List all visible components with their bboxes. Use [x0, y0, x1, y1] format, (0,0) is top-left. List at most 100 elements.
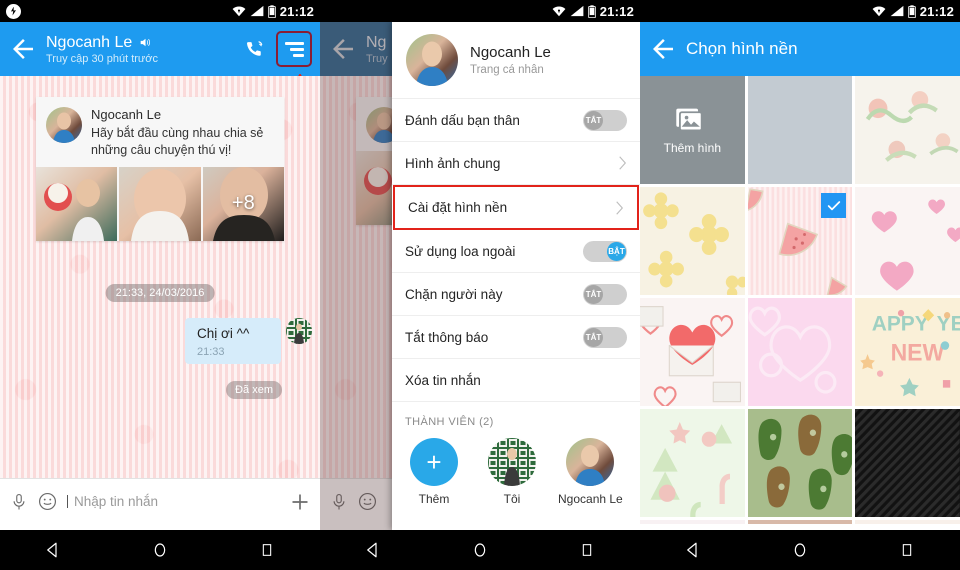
wifi-icon — [232, 5, 246, 17]
phone-call-button[interactable] — [238, 32, 272, 66]
shared-photo[interactable] — [119, 166, 201, 241]
menu-item-label: Chặn người này — [405, 286, 503, 302]
message-row-outgoing: Chị ơi ^^ 21:33 — [185, 318, 312, 364]
conversation-intro-card: Ngocanh Le Hãy bắt đầu cùng nhau chia sẻ… — [36, 97, 284, 241]
menu-item-use-speaker[interactable]: Sử dụng loa ngoài BẬT — [392, 230, 640, 273]
wallpaper-tile[interactable] — [747, 409, 853, 517]
toggle-state-label: TẮT — [584, 284, 603, 304]
chat-contact-name-row: Ngocanh Le — [46, 34, 238, 52]
intro-card-texts: Ngocanh Le Hãy bắt đầu cùng nhau chia sẻ… — [91, 107, 274, 159]
battery-icon — [588, 5, 596, 18]
message-bubble[interactable]: Chị ơi ^^ 21:33 — [185, 318, 281, 364]
intro-card-top: Ngocanh Le Hãy bắt đầu cùng nhau chia sẻ… — [36, 97, 284, 167]
android-nav-bar-3 — [640, 530, 960, 570]
nav-back-button[interactable] — [672, 530, 714, 570]
drawer-profile-texts: Ngocanh Le Trang cá nhân — [470, 44, 551, 76]
wallpaper-add-photo-label: Thêm hình — [663, 141, 722, 155]
nav-back-button[interactable] — [32, 530, 74, 570]
status-bar-right: 21:12 — [872, 4, 954, 19]
back-arrow-icon[interactable] — [648, 34, 678, 64]
android-nav-bar-2 — [320, 530, 640, 570]
chat-title-block: Ngocanh Le Truy cập 30 phút trước — [46, 34, 238, 65]
wallpaper-tile[interactable] — [855, 187, 960, 295]
message-input[interactable]: Nhập tin nhắn — [67, 495, 280, 509]
home-circle-icon — [791, 541, 809, 559]
message-time-divider: 21:33, 24/03/2016 — [105, 284, 215, 302]
members-section-title: THÀNH VIÊN (2) — [405, 416, 494, 428]
wallpaper-tile[interactable] — [855, 76, 960, 184]
panel-wallpaper-picker: 21:12 Chọn hình nền Thêm hình APPY Y NEW — [640, 0, 960, 570]
wallpaper-tile[interactable] — [640, 187, 745, 295]
wallpaper-tile[interactable] — [640, 298, 745, 406]
android-nav-bar-1 — [0, 530, 320, 570]
wallpaper-tile[interactable] — [855, 409, 960, 517]
menu-item-delete-messages[interactable]: Xóa tin nhắn — [392, 359, 640, 402]
toggle-mute-notifications[interactable]: TẮT — [583, 326, 627, 348]
member-add[interactable]: + Thêm — [402, 438, 466, 506]
nav-recents-button[interactable] — [886, 530, 928, 570]
avatar — [46, 107, 82, 143]
wallpaper-tile[interactable] — [640, 409, 745, 517]
recents-square-icon — [899, 542, 915, 558]
wallpaper-tile[interactable]: APPY YE NEW — [855, 298, 960, 406]
message-timestamp: 21:33 — [197, 346, 225, 358]
wallpaper-tile[interactable] — [747, 520, 853, 524]
menu-item-label: Cài đặt hình nền — [408, 200, 508, 215]
member-label: Ngocanh Le — [558, 492, 623, 506]
svg-text:NEW: NEW — [891, 339, 946, 365]
plus-icon[interactable] — [290, 492, 310, 512]
avatar — [406, 34, 458, 86]
wallpaper-tile[interactable]: you me — [640, 520, 745, 524]
menu-item-shared-photos[interactable]: Hình ảnh chung — [392, 142, 640, 185]
message-text: Chị ơi ^^ — [197, 326, 250, 341]
microphone-icon[interactable] — [10, 493, 28, 511]
speaker-icon — [138, 36, 152, 49]
toggle-mark-close-friend[interactable]: TẮT — [583, 109, 627, 131]
wallpaper-tile-selected[interactable] — [747, 187, 853, 295]
back-triangle-icon — [684, 541, 702, 559]
wallpaper-grid: Thêm hình APPY Y NEW — [640, 76, 960, 524]
nav-home-button[interactable] — [779, 530, 821, 570]
wallpaper-tile[interactable] — [747, 298, 853, 406]
wallpaper-tile[interactable] — [747, 76, 853, 184]
toggle-state-label: TẮT — [584, 327, 603, 347]
members-list: + Thêm Tôi Ngocanh Le — [392, 436, 640, 506]
nav-home-button[interactable] — [459, 530, 501, 570]
nav-back-button[interactable] — [352, 530, 394, 570]
member-label: Tôi — [503, 492, 521, 506]
back-triangle-icon — [44, 541, 62, 559]
back-triangle-icon — [364, 541, 382, 559]
back-arrow-icon[interactable] — [328, 34, 358, 64]
wallpaper-add-photo-tile[interactable]: Thêm hình — [640, 76, 745, 184]
toggle-block-person[interactable]: TẮT — [583, 283, 627, 305]
shared-photos-row: +8 — [36, 166, 284, 241]
wifi-icon — [872, 5, 886, 17]
chat-contact-name: Ngocanh Le — [46, 33, 133, 51]
drawer-profile-header[interactable]: Ngocanh Le Trang cá nhân — [392, 22, 640, 99]
member-contact[interactable]: Ngocanh Le — [558, 438, 623, 506]
menu-item-block-person[interactable]: Chặn người này TẮT — [392, 273, 640, 316]
menu-item-mute-notifications[interactable]: Tắt thông báo TẮT — [392, 316, 640, 359]
menu-item-mark-close-friend[interactable]: Đánh dấu bạn thân TẮT — [392, 99, 640, 142]
wallpaper-tile[interactable] — [855, 520, 960, 524]
options-drawer: Ngocanh Le Trang cá nhân Đánh dấu bạn th… — [392, 22, 640, 530]
back-arrow-icon[interactable] — [8, 34, 38, 64]
avatar — [566, 438, 614, 486]
home-circle-icon — [151, 541, 169, 559]
member-label: Thêm — [418, 492, 450, 506]
message-composer: Nhập tin nhắn — [0, 478, 320, 524]
status-bar-right: 21:12 — [552, 4, 634, 19]
emoji-smiley-icon[interactable] — [38, 492, 57, 511]
nav-recents-button[interactable] — [246, 530, 288, 570]
menu-item-wallpaper-settings[interactable]: Cài đặt hình nền — [393, 185, 639, 230]
nav-home-button[interactable] — [139, 530, 181, 570]
shared-photo[interactable] — [36, 166, 118, 241]
shared-photo-more[interactable]: +8 — [202, 166, 284, 241]
wallpaper-selected-check — [821, 193, 847, 218]
toggle-use-speaker[interactable]: BẬT — [583, 240, 627, 262]
menu-item-label: Xóa tin nhắn — [405, 372, 481, 388]
member-self[interactable]: Tôi — [480, 438, 544, 506]
drawer-profile-name: Ngocanh Le — [470, 44, 551, 61]
hamburger-menu-button[interactable] — [276, 31, 312, 67]
nav-recents-button[interactable] — [566, 530, 608, 570]
